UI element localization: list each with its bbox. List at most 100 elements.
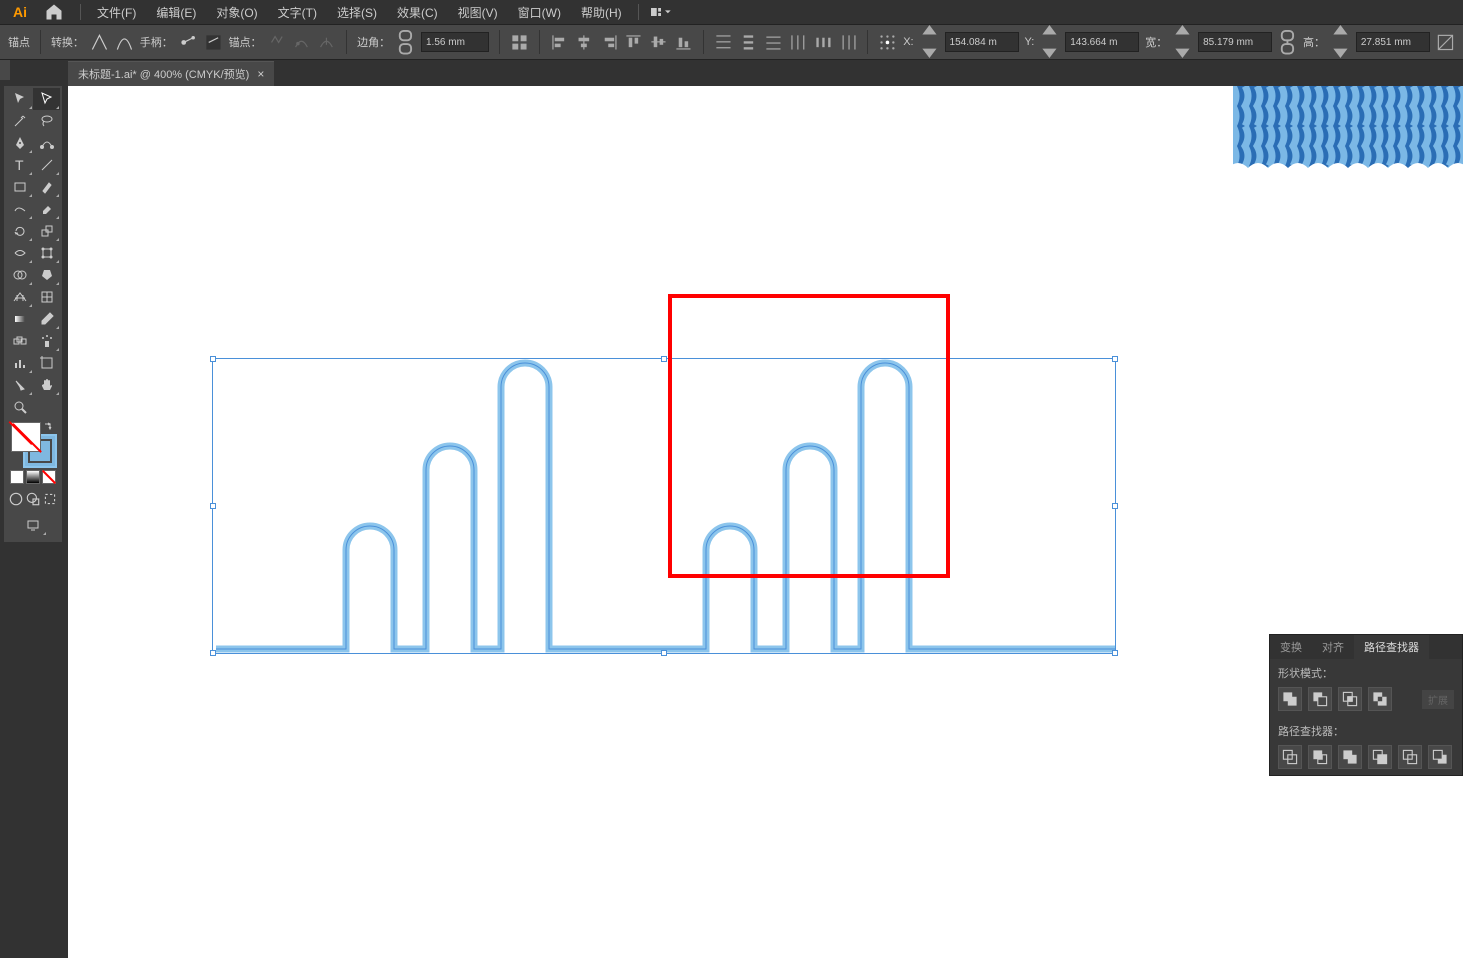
- artboard-tool[interactable]: [33, 352, 60, 374]
- slice-tool[interactable]: [6, 374, 33, 396]
- color-mode-solid[interactable]: [10, 470, 24, 484]
- color-mode-none[interactable]: [42, 470, 56, 484]
- unite-icon[interactable]: [1278, 687, 1302, 711]
- distribute-left-icon[interactable]: [789, 32, 808, 52]
- corner-radius-input[interactable]: [421, 32, 489, 52]
- column-graph-tool[interactable]: [6, 352, 33, 374]
- rotate-tool[interactable]: [6, 220, 33, 242]
- gradient-tool[interactable]: [6, 308, 33, 330]
- align-right-icon[interactable]: [600, 32, 619, 52]
- align-bottom-icon[interactable]: [674, 32, 693, 52]
- handle-hide-icon[interactable]: [204, 32, 223, 52]
- transform-reference-icon[interactable]: [878, 32, 897, 52]
- menu-window[interactable]: 窗口(W): [510, 2, 569, 23]
- distribute-bottom-icon[interactable]: [764, 32, 783, 52]
- draw-behind-icon[interactable]: [25, 490, 42, 508]
- blend-tool[interactable]: [6, 330, 33, 352]
- distribute-right-icon[interactable]: [839, 32, 858, 52]
- remove-anchor-icon[interactable]: [268, 32, 287, 52]
- y-input[interactable]: [1065, 32, 1139, 52]
- magic-wand-tool[interactable]: [6, 110, 33, 132]
- line-tool[interactable]: [33, 154, 60, 176]
- scale-proportional-icon[interactable]: [1436, 32, 1455, 52]
- cut-anchor-icon[interactable]: [317, 32, 336, 52]
- hand-tool[interactable]: [33, 374, 60, 396]
- mesh-tool[interactable]: [33, 286, 60, 308]
- document-tab[interactable]: 未标题-1.ai* @ 400% (CMYK/预览) ×: [68, 61, 274, 86]
- fill-color[interactable]: [11, 422, 41, 452]
- type-tool[interactable]: T: [6, 154, 33, 176]
- isolate-icon[interactable]: [510, 32, 529, 52]
- perspective-grid-tool[interactable]: [6, 286, 33, 308]
- rectangle-tool[interactable]: [6, 176, 33, 198]
- minus-front-icon[interactable]: [1308, 687, 1332, 711]
- intersect-icon[interactable]: [1338, 687, 1362, 711]
- draw-normal-icon[interactable]: [8, 490, 25, 508]
- w-stepper-icon[interactable]: [1173, 32, 1192, 52]
- convert-smooth-icon[interactable]: [115, 32, 134, 52]
- menu-effect[interactable]: 效果(C): [389, 2, 446, 23]
- merge-icon[interactable]: [1338, 745, 1362, 769]
- eyedropper-tool[interactable]: [33, 308, 60, 330]
- draw-inside-icon[interactable]: [41, 490, 58, 508]
- paintbrush-tool[interactable]: [33, 176, 60, 198]
- outline-icon[interactable]: [1398, 745, 1422, 769]
- minus-back-icon[interactable]: [1428, 745, 1452, 769]
- menu-help[interactable]: 帮助(H): [573, 2, 630, 23]
- menu-type[interactable]: 文字(T): [270, 2, 325, 23]
- align-top-icon[interactable]: [624, 32, 643, 52]
- shape-builder-tool[interactable]: [6, 264, 33, 286]
- align-tab[interactable]: 对齐: [1312, 635, 1354, 659]
- curvature-tool[interactable]: [33, 132, 60, 154]
- lasso-tool[interactable]: [33, 110, 60, 132]
- x-stepper-icon[interactable]: [920, 32, 939, 52]
- zoom-tool[interactable]: [6, 396, 33, 418]
- scale-tool[interactable]: [33, 220, 60, 242]
- pen-tool[interactable]: [6, 132, 33, 154]
- symbol-sprayer-tool[interactable]: [33, 330, 60, 352]
- exclude-icon[interactable]: [1368, 687, 1392, 711]
- free-transform-tool[interactable]: [33, 242, 60, 264]
- h-stepper-icon[interactable]: [1331, 32, 1350, 52]
- layout-switcher-icon[interactable]: [651, 4, 671, 20]
- color-mode-gradient[interactable]: [26, 470, 40, 484]
- menu-select[interactable]: 选择(S): [329, 2, 385, 23]
- close-tab-icon[interactable]: ×: [257, 67, 264, 81]
- eraser-tool[interactable]: [33, 198, 60, 220]
- menu-object[interactable]: 对象(O): [208, 2, 265, 23]
- selection-tool[interactable]: [6, 88, 33, 110]
- height-input[interactable]: [1356, 32, 1430, 52]
- home-icon[interactable]: [44, 2, 64, 22]
- menu-view[interactable]: 视图(V): [450, 2, 506, 23]
- canvas[interactable]: [68, 86, 1463, 958]
- align-vcenter-icon[interactable]: [649, 32, 668, 52]
- crop-icon[interactable]: [1368, 745, 1392, 769]
- align-hcenter-icon[interactable]: [575, 32, 594, 52]
- distribute-top-icon[interactable]: [714, 32, 733, 52]
- divide-icon[interactable]: [1278, 745, 1302, 769]
- transform-tab[interactable]: 变换: [1270, 635, 1312, 659]
- panel-collapse-strip[interactable]: [0, 60, 10, 80]
- fill-stroke-swatch[interactable]: [11, 422, 55, 466]
- direct-selection-tool[interactable]: [33, 88, 60, 110]
- screen-mode-icon[interactable]: [20, 514, 47, 536]
- expand-button[interactable]: 扩展: [1422, 690, 1454, 709]
- x-input[interactable]: [945, 32, 1019, 52]
- wh-link-icon[interactable]: [1278, 32, 1297, 52]
- handle-show-icon[interactable]: [179, 32, 198, 52]
- width-input[interactable]: [1198, 32, 1272, 52]
- trim-icon[interactable]: [1308, 745, 1332, 769]
- path-artwork[interactable]: [216, 354, 1121, 654]
- align-left-icon[interactable]: [550, 32, 569, 52]
- convert-corner-icon[interactable]: [90, 32, 109, 52]
- width-tool[interactable]: [6, 242, 33, 264]
- distribute-hcenter-icon[interactable]: [814, 32, 833, 52]
- pathfinder-tab[interactable]: 路径查找器: [1354, 635, 1429, 659]
- connect-anchor-icon[interactable]: [292, 32, 311, 52]
- y-stepper-icon[interactable]: [1040, 32, 1059, 52]
- live-paint-tool[interactable]: [33, 264, 60, 286]
- distribute-vcenter-icon[interactable]: [739, 32, 758, 52]
- corner-link-icon[interactable]: [396, 32, 415, 52]
- shaper-tool[interactable]: [6, 198, 33, 220]
- menu-edit[interactable]: 编辑(E): [148, 2, 204, 23]
